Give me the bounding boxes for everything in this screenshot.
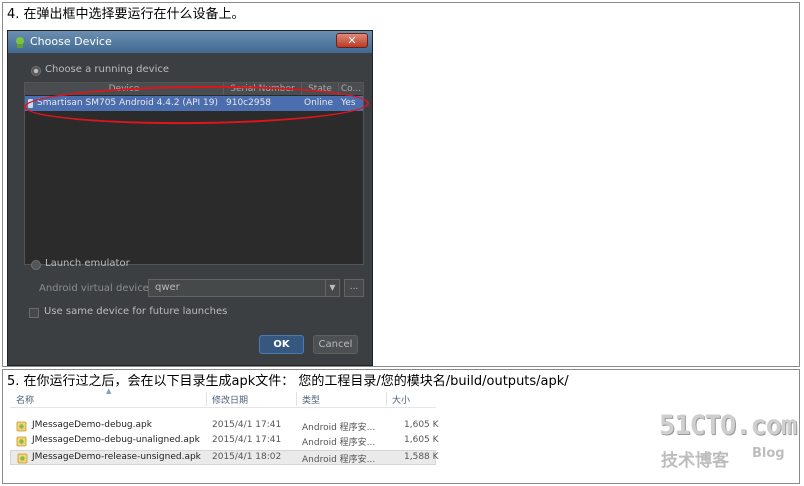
close-button[interactable]: ✕ <box>336 33 368 48</box>
running-device-label: Choose a running device <box>45 64 170 75</box>
ok-button[interactable]: OK <box>259 335 304 354</box>
dialog-titlebar[interactable]: Choose Device ✕ <box>8 31 372 53</box>
header-size[interactable]: 大小 <box>392 393 410 406</box>
file-name: JMessageDemo-debug.apk <box>32 420 152 430</box>
chevron-down-icon[interactable]: ▼ <box>325 280 339 296</box>
file-date: 2015/4/1 17:41 <box>212 420 282 430</box>
file-type: Android 程序安... <box>302 438 376 448</box>
header-divider <box>386 392 387 406</box>
header-type[interactable]: 类型 <box>302 393 320 406</box>
avd-value: qwer <box>155 282 180 293</box>
sort-up-icon: ▲ <box>106 387 112 395</box>
launch-emulator-radio[interactable] <box>31 260 41 270</box>
dialog-title: Choose Device <box>30 35 112 48</box>
avd-browse-button[interactable]: ... <box>344 279 364 297</box>
watermark-blog: Blog <box>752 446 785 461</box>
file-date: 2015/4/1 17:41 <box>212 435 282 445</box>
watermark-cn: 技术博客 <box>661 451 729 471</box>
step-4-cell: 4. 在弹出框中选择要运行在什么设备上。 Choose Device ✕ Cho… <box>2 2 800 367</box>
file-type: Android 程序安... <box>302 423 376 433</box>
file-row-selected[interactable]: JMessageDemo-release-unsigned.apk 2015/4… <box>10 450 439 465</box>
header-date[interactable]: 修改日期 <box>212 393 248 406</box>
apk-file-icon <box>16 436 27 447</box>
header-name[interactable]: 名称 <box>16 393 34 406</box>
file-date: 2015/4/1 18:02 <box>212 452 282 462</box>
file-size: 1,605 K <box>404 420 439 430</box>
same-device-checkbox[interactable] <box>29 308 39 318</box>
running-device-radio[interactable] <box>31 66 41 76</box>
file-name: JMessageDemo-debug-unaligned.apk <box>32 435 200 445</box>
android-studio-icon <box>16 37 24 48</box>
cancel-button[interactable]: Cancel <box>313 335 358 354</box>
step-4-text: 4. 在弹出框中选择要运行在什么设备上。 <box>7 7 245 22</box>
step-5-text: 5. 在你运行过之后，会在以下目录生成apk文件： 您的工程目录/您的模块名/b… <box>7 374 569 389</box>
choose-device-dialog: Choose Device ✕ Choose a running device … <box>7 30 373 366</box>
file-name: JMessageDemo-release-unsigned.apk <box>32 452 201 462</box>
file-type: Android 程序安... <box>302 455 376 465</box>
apk-file-icon <box>17 453 28 464</box>
watermark-site: 51CTO.com <box>659 410 797 441</box>
file-size: 1,605 K <box>404 435 439 445</box>
apk-file-icon <box>16 421 27 432</box>
file-row[interactable]: JMessageDemo-debug.apk 2015/4/1 17:41 An… <box>10 419 439 434</box>
file-row[interactable]: JMessageDemo-debug-unaligned.apk 2015/4/… <box>10 434 439 449</box>
same-device-label: Use same device for future launches <box>44 306 228 317</box>
header-divider <box>206 392 207 406</box>
file-list-header: 名称 ▲ 修改日期 类型 大小 <box>10 387 436 408</box>
file-list: 名称 ▲ 修改日期 类型 大小 JMessageDemo-debug.apk 2… <box>10 387 439 468</box>
avd-select[interactable]: qwer ▼ <box>148 279 340 297</box>
launch-emulator-label: Launch emulator <box>45 258 130 269</box>
avd-label: Android virtual device: <box>39 283 153 294</box>
file-size: 1,588 K <box>404 452 439 462</box>
header-divider <box>296 392 297 406</box>
